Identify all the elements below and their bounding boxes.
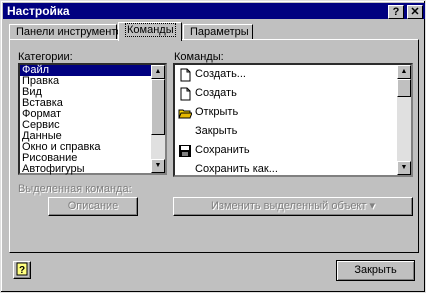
scroll-up-arrow-icon[interactable]: ▲ xyxy=(151,65,165,79)
office-assistant-button[interactable]: ? xyxy=(13,261,31,279)
scroll-thumb[interactable] xyxy=(151,79,165,135)
commands-caption: Команды: xyxy=(174,51,224,63)
commands-list[interactable]: Создать... Создать Открыть Закрыть Сохранить… xyxy=(173,63,413,177)
dialog-title: Настройка xyxy=(7,4,70,18)
command-item[interactable]: Сохранить xyxy=(175,141,411,160)
customize-dialog: Настройка ? ✕ Панели инструментов Команд… xyxy=(0,0,426,293)
command-item[interactable]: Закрыть xyxy=(175,122,411,141)
help-button[interactable]: ? xyxy=(388,5,404,19)
command-label: Открыть xyxy=(195,106,239,118)
command-label: Сохранить как... xyxy=(195,163,278,175)
open-folder-icon xyxy=(178,106,193,120)
command-item[interactable]: Открыть xyxy=(175,103,411,122)
selected-command-caption: Выделенная команда: xyxy=(18,183,132,195)
close-window-button[interactable]: ✕ xyxy=(407,5,423,19)
command-item[interactable]: Сохранить как... xyxy=(175,160,411,179)
new-document-icon xyxy=(178,87,192,101)
command-label: Закрыть xyxy=(195,125,238,137)
commands-scrollbar[interactable]: ▲ ▼ xyxy=(397,65,411,175)
new-document-icon xyxy=(178,68,192,82)
tab-commands[interactable]: Команды xyxy=(118,22,182,41)
tab-options[interactable]: Параметры xyxy=(183,24,253,40)
categories-scrollbar[interactable]: ▲ ▼ xyxy=(151,65,165,173)
scroll-down-arrow-icon[interactable]: ▼ xyxy=(397,161,411,175)
command-item[interactable]: Создать... xyxy=(175,65,411,84)
scroll-down-arrow-icon[interactable]: ▼ xyxy=(151,159,165,173)
command-item[interactable]: Создать xyxy=(175,84,411,103)
command-label: Сохранить xyxy=(195,144,250,156)
command-label: Создать xyxy=(195,87,237,99)
svg-text:?: ? xyxy=(19,265,25,276)
description-button[interactable]: Описание xyxy=(48,197,138,216)
scroll-up-arrow-icon[interactable]: ▲ xyxy=(397,65,411,79)
close-button[interactable]: Закрыть xyxy=(336,260,415,281)
categories-caption: Категории: xyxy=(18,51,73,63)
modify-selection-button[interactable]: Изменить выделенный объект ▾ xyxy=(173,197,413,216)
assistant-help-icon: ? xyxy=(16,262,28,276)
save-disk-icon xyxy=(178,144,192,158)
tab-toolbars[interactable]: Панели инструментов xyxy=(9,24,128,40)
categories-list[interactable]: Файл Правка Вид Вставка Формат Сервис Данные Ок… xyxy=(18,63,167,175)
dialog-titlebar: Настройка ? ✕ xyxy=(3,3,425,19)
scroll-thumb[interactable] xyxy=(397,79,411,97)
category-item[interactable]: Автофигуры xyxy=(20,164,165,175)
command-label: Создать... xyxy=(195,68,246,80)
